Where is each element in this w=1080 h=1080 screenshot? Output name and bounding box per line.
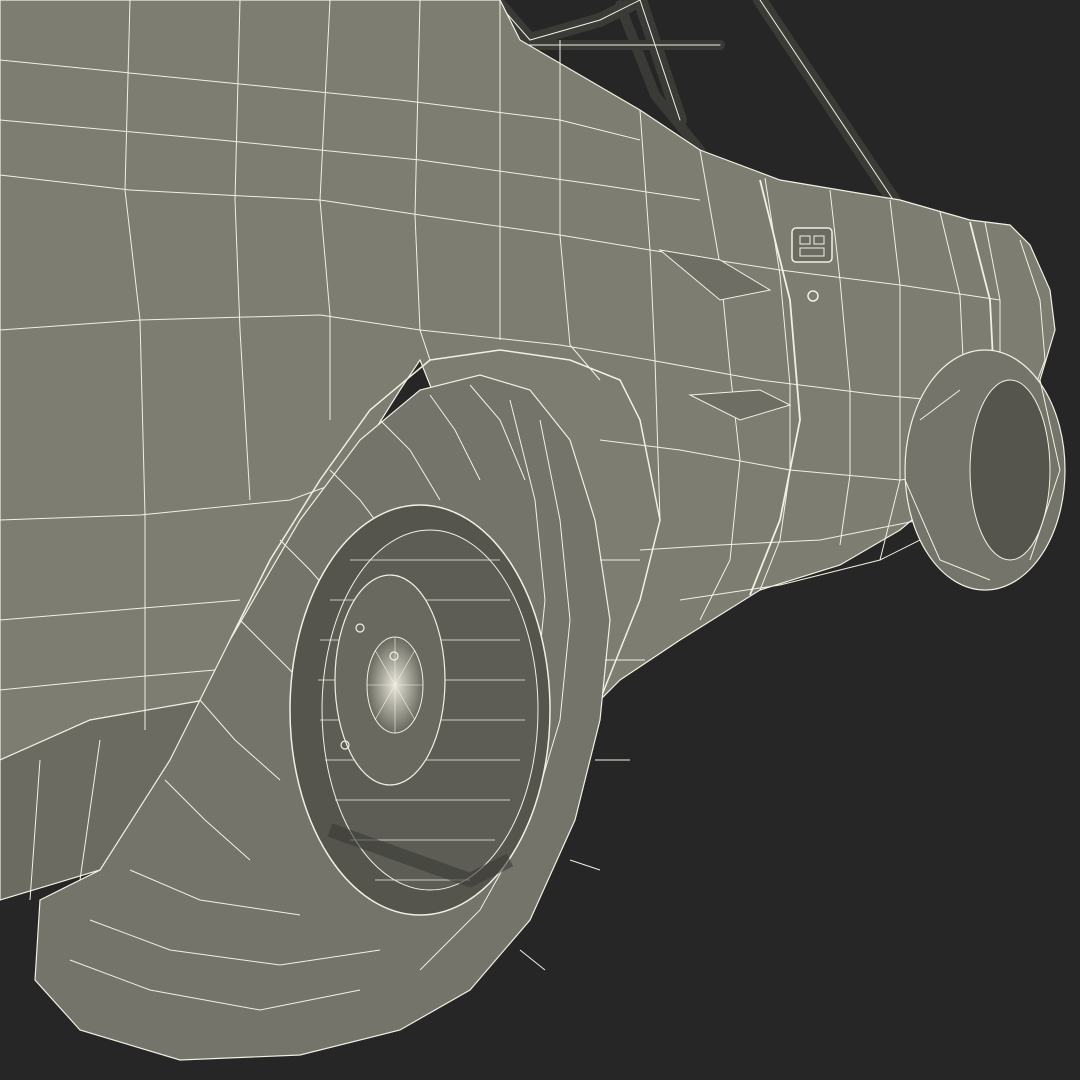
wireframe-render	[0, 0, 1066, 1061]
front-wheel-rim	[289, 504, 551, 916]
rear-wheel	[904, 349, 1066, 591]
render-viewport	[0, 0, 1080, 1080]
